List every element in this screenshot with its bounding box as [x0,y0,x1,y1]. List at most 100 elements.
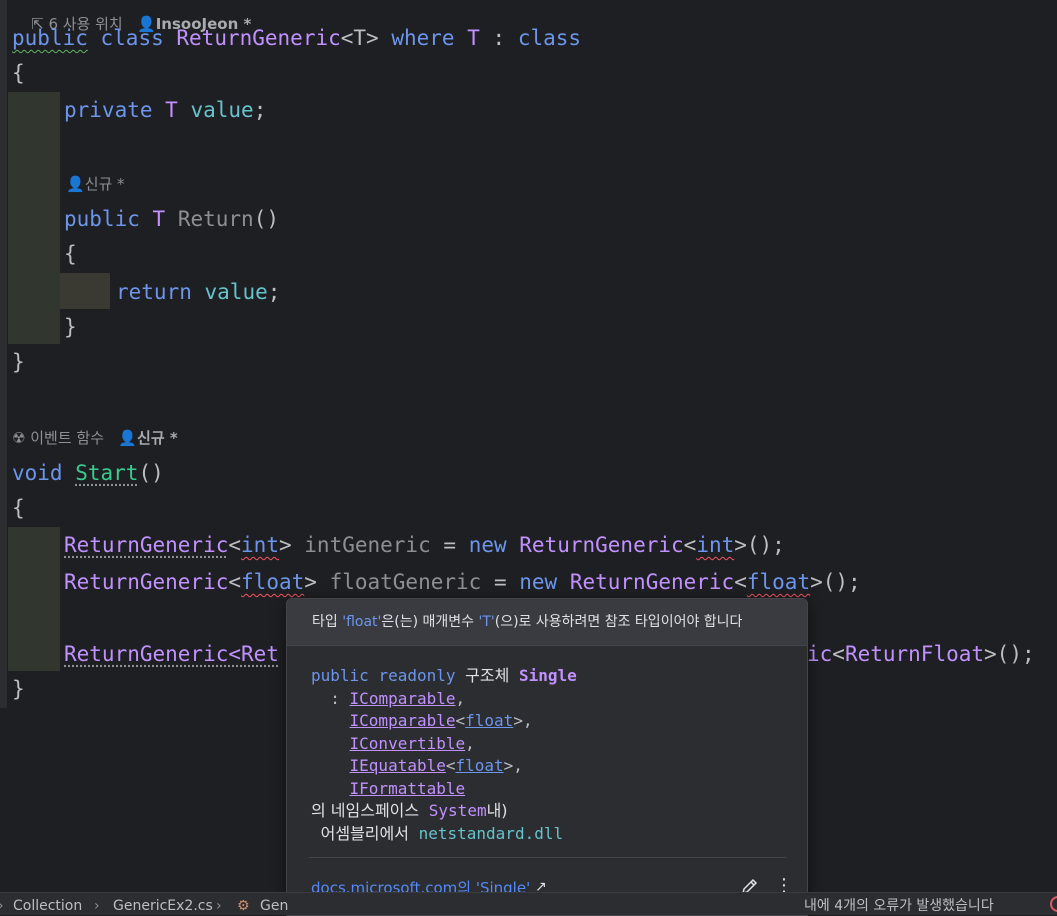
float-generic-line[interactable]: ReturnGeneric<float> floatGeneric = new … [64,568,861,596]
var-floatgeneric: floatGeneric [329,570,482,594]
class-open-brace: { [12,61,25,85]
method-declaration-line[interactable]: public T Return() [64,205,279,233]
type-arg-float[interactable]: float [747,570,810,594]
method-open-brace: { [64,242,77,266]
sig-readonly: readonly [378,666,456,685]
chevron-right-icon: › [216,898,222,914]
class-close-brace: } [12,350,25,374]
class-icon: ⚙ [237,898,250,914]
author-name: 신규 * [137,429,178,447]
type-returngeneric[interactable]: ReturnGeneric [64,570,228,594]
ctor-end: >(); [734,533,785,557]
sig-public: public [311,666,369,685]
int-generic-line[interactable]: ReturnGeneric<int> intGeneric = new Retu… [64,531,785,559]
ctor-end: >(); [810,570,861,594]
start-open-brace: { [12,496,25,520]
type-returngeneric[interactable]: ReturnGeneric [64,533,228,557]
sig-ns-prefix: 의 네임스페이스 [311,801,420,820]
event-function-label: 이벤트 함수 [30,429,105,447]
sig-colon: : [330,688,340,708]
error-icon[interactable] [1050,896,1057,912]
type-returngeneric-partial[interactable]: ReturnGeneric<Ret [64,642,279,666]
ctor-end: >(); [984,642,1035,666]
author-icon: 👤 [118,429,138,447]
error-count-text[interactable]: 내에 4개의 오류가 발생했습니다 [804,898,994,914]
angle-open: < [228,533,242,557]
type-signature: public readonly 구조체 Single : IComparable… [311,666,577,843]
var-intgeneric: intGeneric [304,533,431,557]
keyword-return: return [116,280,192,304]
field-name: value [190,98,254,122]
field-line[interactable]: private T value; [64,96,266,124]
start-close-brace: } [12,677,25,701]
returnfloat-line-end[interactable]: ic<ReturnFloat>(); [807,640,1035,668]
method-author-hint[interactable]: 👤신규 * [66,174,125,194]
error-tooltip-popup[interactable]: 타입 'float'은(는) 매개변수 'T'(으)로 사용하려면 참조 타입이… [286,598,808,916]
breadcrumb-collection[interactable]: Collection [13,898,82,914]
keyword-public: public [64,207,140,231]
editor-gutter [0,0,7,708]
type-returngeneric[interactable]: ReturnGeneric [519,533,683,557]
link-float[interactable]: float [465,711,513,730]
popup-divider [309,857,786,858]
sig-assembly: netstandard.dll [418,823,564,843]
link-iformattable[interactable]: IFormattable [350,779,466,798]
type-arg-int[interactable]: int [241,533,279,557]
keyword-where: where [391,26,455,50]
link-icomparable[interactable]: IComparable [350,689,456,708]
link-icomparable-generic[interactable]: IComparable [350,711,456,730]
angle-open: < [832,642,845,666]
keyword-new: new [519,570,558,594]
method-name[interactable]: Return [178,207,254,231]
link-iequatable[interactable]: IEquatable [350,756,446,775]
msg-type-t: 'T' [478,614,495,630]
sig-name: Single [518,666,577,685]
parens: () [138,461,164,485]
angle-open: < [228,570,242,594]
type-param: T [467,26,480,50]
keyword-class-constraint: class [517,26,582,50]
indent-guide-start [8,527,60,671]
field-type: T [165,98,178,122]
generic-param: <T> [340,26,379,50]
method-close-brace: } [64,315,77,339]
status-bar: › Collection › GenericEx2.cs › ⚙ Gen 내에 … [0,892,1057,915]
keyword-class: class [100,26,164,50]
start-hint[interactable]: ☢ 이벤트 함수 👤신규 * [12,428,178,448]
msg-part: 타입 [312,614,343,630]
class-declaration-line[interactable]: public class ReturnGeneric<T> where T : … [12,24,581,52]
returnfloat-line-start[interactable]: ReturnGeneric<Ret [64,640,279,668]
breadcrumb-file[interactable]: GenericEx2.cs [113,898,213,914]
type-arg-float[interactable]: float [241,570,304,594]
keyword-new: new [468,533,507,557]
keyword-private: private [64,98,153,122]
breadcrumb-class[interactable]: Gen [260,898,288,914]
type-arg-int[interactable]: int [696,533,734,557]
unity-event-icon: ☢ [12,429,26,447]
angle-close: > [278,533,292,557]
class-name[interactable]: ReturnGeneric [176,26,340,50]
link-float[interactable]: float [456,756,504,775]
chevron-right-icon: › [94,898,100,914]
sig-struct: 구조체 [465,666,510,685]
method-start[interactable]: Start [75,461,138,485]
keyword-public: public [12,26,88,50]
msg-part: 은(는) 매개변수 [381,614,479,630]
msg-part: (으)로 사용하려면 참조 타입이어야 합니다 [494,614,743,630]
start-declaration-line[interactable]: void Start() [12,459,164,487]
indent-guide-class [8,92,60,344]
chevron-right-icon: › [0,898,4,914]
equals: = [443,533,457,557]
return-line[interactable]: return value; [116,278,280,306]
angle-open: < [734,570,747,594]
type-arg-returnfloat[interactable]: ReturnFloat [845,642,984,666]
link-iconvertible[interactable]: IConvertible [350,734,466,753]
return-value: value [204,280,268,304]
colon: : [492,26,506,50]
type-returngeneric[interactable]: ReturnGeneric [570,570,734,594]
author-icon: 👤 [66,175,85,193]
equals: = [493,570,507,594]
semicolon: ; [253,98,267,122]
return-type: T [152,207,166,231]
angle-close: > [304,570,317,594]
